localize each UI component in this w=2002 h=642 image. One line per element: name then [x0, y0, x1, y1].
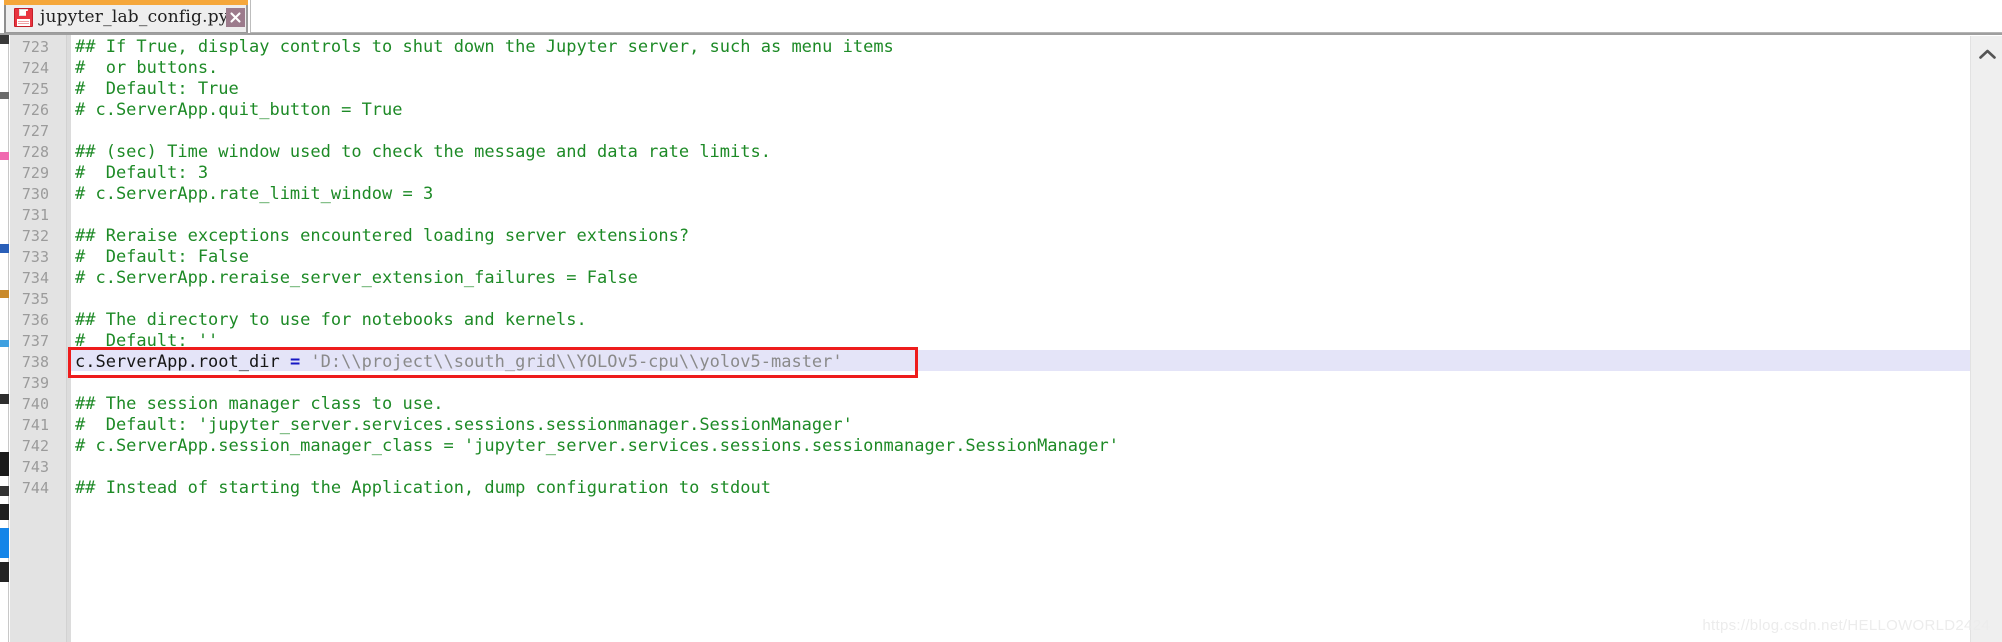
watermark-text: https://blog.csdn.net/HELLOWORLD2424 — [1702, 617, 1990, 634]
tab-bar: jupyter_lab_config.py — [0, 0, 2002, 34]
code-content[interactable]: ## If True, display controls to shut dow… — [71, 34, 1971, 642]
annotation-marker[interactable] — [0, 562, 9, 582]
floppy-label — [17, 19, 30, 26]
line-number-gutter: 723 724 725 726 727 728 729 730 731 732 733 734 735 7… — [10, 34, 80, 642]
annotation-marker[interactable] — [0, 528, 9, 558]
code-line[interactable]: # c.ServerApp.reraise_server_extension_f… — [75, 268, 638, 289]
line-number: 742 — [21, 437, 49, 455]
code-line[interactable]: # Default: 'jupyter_server.services.sess… — [75, 415, 853, 436]
tab-bar-background — [0, 0, 2002, 34]
line-number: 724 — [21, 59, 49, 77]
annotation-marker[interactable] — [0, 152, 9, 160]
vertical-scrollbar[interactable] — [1970, 36, 2002, 642]
annotation-marker[interactable] — [0, 452, 9, 476]
line-number: 723 — [21, 38, 49, 56]
line-number: 727 — [21, 122, 49, 140]
floppy-disk-icon — [14, 8, 33, 27]
code-line[interactable]: # or buttons. — [75, 58, 218, 79]
code-editor[interactable]: 723 724 725 726 727 728 729 730 731 732 733 734 735 7… — [0, 34, 2002, 642]
line-number: 734 — [21, 269, 49, 287]
code-line[interactable]: ## If True, display controls to shut dow… — [75, 37, 894, 58]
code-line[interactable]: # Default: '' — [75, 331, 218, 352]
floppy-shutter — [19, 9, 29, 18]
code-line[interactable]: # c.ServerApp.session_manager_class = 'j… — [75, 436, 1119, 457]
code-token-op: = — [289, 352, 301, 372]
code-line[interactable]: c.ServerApp.root_dir = 'D:\\project\\sou… — [75, 352, 843, 373]
tab-jupyter-lab-config[interactable]: jupyter_lab_config.py — [4, 0, 248, 33]
line-number: 744 — [21, 479, 49, 497]
code-token-name: c.ServerApp.root_dir — [75, 352, 290, 372]
line-number: 726 — [21, 101, 49, 119]
annotation-marker[interactable] — [0, 92, 9, 99]
code-line[interactable]: ## The session manager class to use. — [75, 394, 443, 415]
annotation-marker[interactable] — [0, 340, 9, 347]
line-number: 739 — [21, 374, 49, 392]
annotation-marker[interactable] — [0, 244, 9, 253]
tab-active-accent-bar — [4, 0, 248, 5]
code-line[interactable]: # Default: 3 — [75, 163, 208, 184]
annotation-marker[interactable] — [0, 486, 9, 496]
code-line[interactable]: ## Instead of starting the Application, … — [75, 478, 771, 499]
floppy-shutter-slot — [26, 11, 29, 18]
code-line[interactable]: # c.ServerApp.quit_button = True — [75, 100, 403, 121]
line-number: 737 — [21, 332, 49, 350]
annotation-marker[interactable] — [0, 290, 9, 298]
line-number: 733 — [21, 248, 49, 266]
code-line[interactable]: # Default: False — [75, 247, 249, 268]
code-line[interactable]: ## Reraise exceptions encountered loadin… — [75, 226, 689, 247]
editor-window: jupyter_lab_config.py 723 724 725 726 727 728… — [0, 0, 2002, 642]
line-number: 729 — [21, 164, 49, 182]
line-number: 732 — [21, 227, 49, 245]
annotation-marker[interactable] — [0, 394, 9, 404]
line-number: 738 — [21, 353, 49, 371]
code-line[interactable]: # Default: True — [75, 79, 239, 100]
close-icon[interactable] — [226, 8, 245, 27]
annotation-marker[interactable] — [0, 34, 9, 44]
chevron-up-icon[interactable] — [1971, 42, 2002, 66]
editor-top-rule — [0, 33, 2002, 35]
line-number: 736 — [21, 311, 49, 329]
line-number: 735 — [21, 290, 49, 308]
line-number: 741 — [21, 416, 49, 434]
line-number: 731 — [21, 206, 49, 224]
line-number: 728 — [21, 143, 49, 161]
code-line[interactable]: # c.ServerApp.rate_limit_window = 3 — [75, 184, 433, 205]
code-line[interactable]: ## The directory to use for notebooks an… — [75, 310, 587, 331]
code-line[interactable]: ## (sec) Time window used to check the m… — [75, 142, 771, 163]
line-number: 743 — [21, 458, 49, 476]
code-token-str: 'D:\\project\\south_grid\\YOLOv5-cpu\\yo… — [300, 352, 843, 372]
tab-title: jupyter_lab_config.py — [40, 7, 229, 27]
line-number: 730 — [21, 185, 49, 203]
line-number: 740 — [21, 395, 49, 413]
tab-bar-separator — [250, 0, 251, 33]
annotation-marker[interactable] — [0, 504, 9, 520]
line-number: 725 — [21, 80, 49, 98]
annotation-marker-strip[interactable] — [0, 34, 9, 642]
